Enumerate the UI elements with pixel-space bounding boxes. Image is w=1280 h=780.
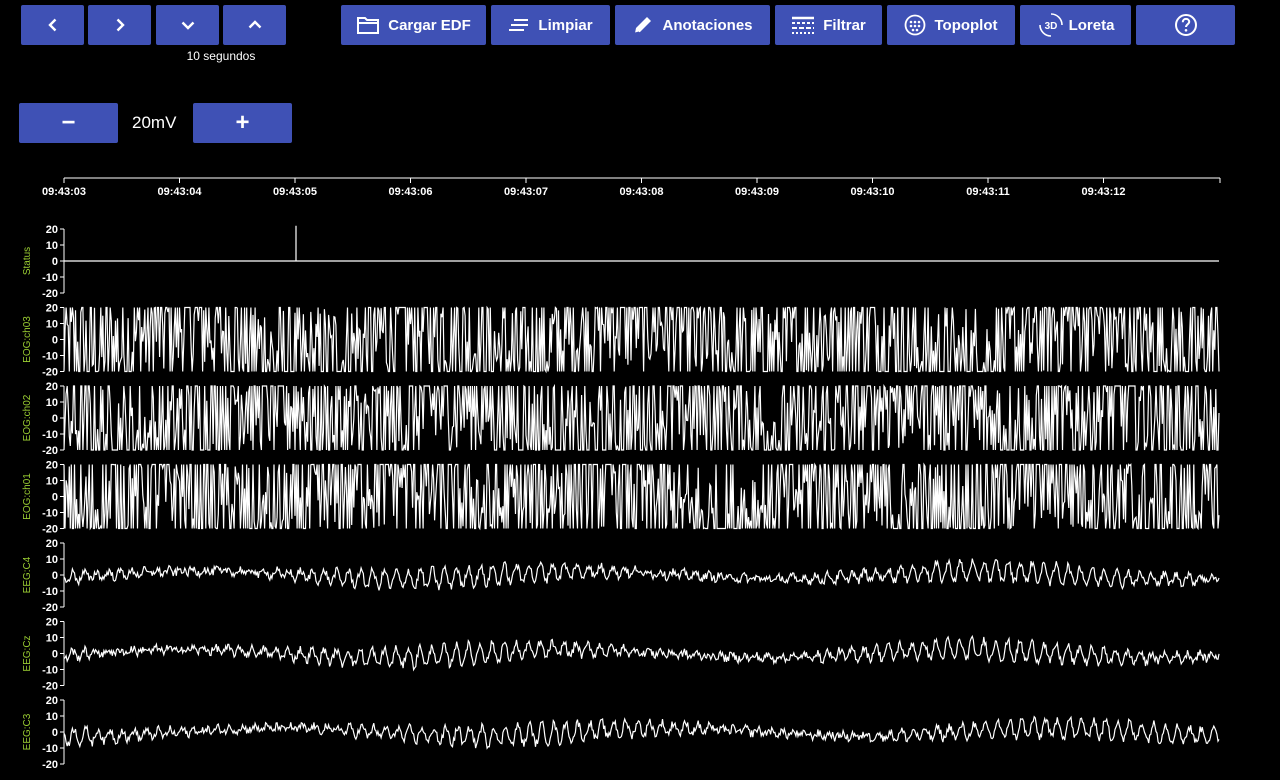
channel-trace [63, 558, 1220, 591]
y-tick-label: -10 [42, 429, 58, 441]
channel-trace [63, 715, 1220, 750]
y-tick-label: -20 [42, 681, 58, 693]
channel-trace [63, 462, 1220, 531]
time-tick-label: 09:43:04 [157, 186, 202, 198]
time-tick-label: 09:43:12 [1081, 186, 1125, 198]
y-tick-label: 0 [52, 335, 58, 347]
y-tick-label: 20 [46, 695, 58, 707]
y-tick-label: -10 [42, 586, 58, 598]
y-tick-label: 20 [46, 460, 58, 472]
y-tick-label: -10 [42, 743, 58, 755]
time-tick-label: 09:43:03 [42, 186, 86, 198]
channel-label: Status [22, 247, 33, 275]
y-tick-label: 20 [46, 381, 58, 393]
y-tick-label: 10 [46, 711, 58, 723]
y-tick-label: -10 [42, 351, 58, 363]
y-tick-label: 20 [46, 617, 58, 629]
y-tick-label: -10 [42, 508, 58, 520]
channel-label: EOG:ch01 [22, 473, 33, 520]
time-tick-label: 09:43:05 [273, 186, 317, 198]
y-tick-label: 20 [46, 224, 58, 236]
y-tick-label: 10 [46, 476, 58, 488]
y-tick-label: 0 [52, 727, 58, 739]
signal-plot[interactable]: 09:43:03 09:43:04 09:43:05 09:43:06 09:43:07… [0, 0, 1280, 780]
y-tick-label: 10 [46, 240, 58, 252]
channel-label: EEG:Cz [22, 635, 33, 671]
channel-trace [63, 383, 1220, 451]
y-tick-label: 0 [52, 570, 58, 582]
channel-trace [64, 225, 1219, 262]
y-tick-label: -20 [42, 524, 58, 536]
y-tick-label: -20 [42, 602, 58, 614]
y-tick-label: 0 [52, 413, 58, 425]
channel-label: EOG:ch03 [22, 316, 33, 363]
y-tick-label: -10 [42, 272, 58, 284]
y-tick-label: -20 [42, 367, 58, 379]
time-tick-label: 09:43:11 [966, 186, 1009, 198]
time-tick-label: 09:43:09 [735, 186, 779, 198]
y-tick-label: 10 [46, 397, 58, 409]
time-tick-label: 09:43:08 [619, 186, 663, 198]
channel-label: EOG:ch02 [22, 394, 33, 441]
y-tick-label: 10 [46, 554, 58, 566]
y-tick-label: -20 [42, 445, 58, 457]
y-tick-label: -20 [42, 759, 58, 771]
y-tick-label: 20 [46, 538, 58, 550]
channel-label: EEG:C3 [22, 713, 33, 750]
channel-label: EEG:C4 [22, 556, 33, 593]
y-tick-label: 20 [46, 303, 58, 315]
y-tick-label: 0 [52, 649, 58, 661]
channel-trace [63, 634, 1220, 672]
y-tick-label: -10 [42, 665, 58, 677]
time-tick-label: 09:43:07 [504, 186, 548, 198]
time-tick-label: 09:43:06 [388, 186, 432, 198]
time-tick-label: 09:43:10 [850, 186, 894, 198]
y-tick-label: 0 [52, 492, 58, 504]
y-tick-label: -20 [42, 288, 58, 300]
y-tick-label: 10 [46, 319, 58, 331]
channel-trace [63, 305, 1220, 374]
y-tick-label: 0 [52, 256, 58, 268]
y-tick-label: 10 [46, 633, 58, 645]
